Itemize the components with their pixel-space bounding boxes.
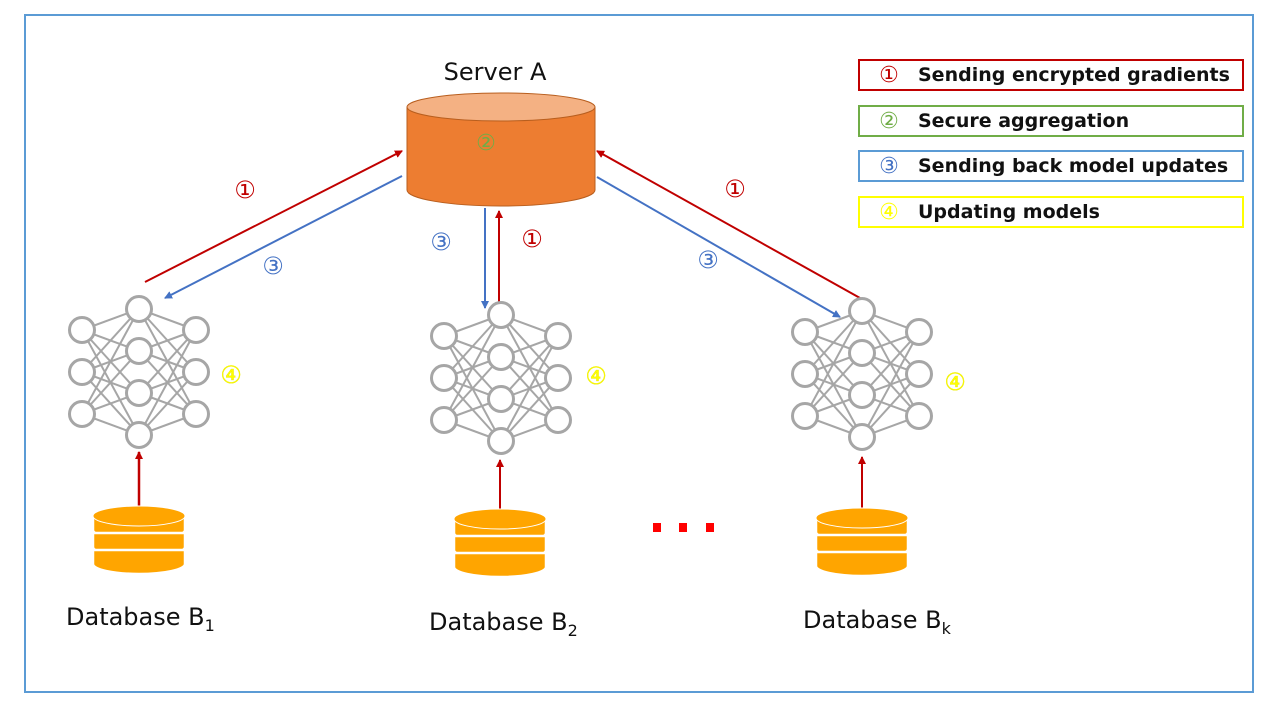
nn-node [487, 343, 515, 371]
nn-node [905, 360, 933, 388]
neural-network-icon [430, 301, 572, 455]
database-layer [91, 548, 187, 576]
nn-node [68, 316, 96, 344]
middle-step-update: ④ [585, 362, 607, 390]
legend-number: ④ [879, 199, 899, 225]
right-step-up: ① [724, 175, 746, 203]
nn-node [182, 358, 210, 386]
middle-step-down: ③ [430, 228, 452, 256]
nn-node [791, 360, 819, 388]
nn-node [791, 402, 819, 430]
nn-node [430, 364, 458, 392]
legend-item-updating-models: ④ Updating models [858, 196, 1244, 228]
server-cylinder [406, 92, 596, 207]
nn-node [125, 379, 153, 407]
database-icon [814, 507, 910, 578]
nn-node [544, 322, 572, 350]
nn-node [182, 400, 210, 428]
database-icon [91, 505, 187, 576]
nn-node [848, 381, 876, 409]
neural-network-icon [68, 295, 210, 449]
nn-node [905, 318, 933, 346]
nn-node [848, 297, 876, 325]
database-top [92, 505, 186, 527]
ellipsis [653, 523, 714, 532]
server-step-label: ② [476, 131, 496, 156]
left-step-down: ③ [262, 252, 284, 280]
left-step-update: ④ [220, 361, 242, 389]
database-top [815, 507, 909, 529]
nn-node [544, 364, 572, 392]
database-layer [814, 550, 910, 578]
database-icon [452, 508, 548, 579]
legend-item-secure-aggregation: ② Secure aggregation [858, 105, 1244, 137]
nn-node [68, 400, 96, 428]
legend-text: Sending encrypted gradients [918, 64, 1230, 86]
database-bk-label: Database Bk [803, 606, 952, 638]
nn-node [848, 339, 876, 367]
right-step-down: ③ [697, 246, 719, 274]
legend-item-encrypted-gradients: ① Sending encrypted gradients [858, 59, 1244, 91]
legend-number: ① [879, 62, 899, 88]
nn-node [125, 337, 153, 365]
arrow-right-upload [596, 150, 861, 299]
nn-node [791, 318, 819, 346]
nn-node [68, 358, 96, 386]
database-layer [452, 551, 548, 579]
right-step-update: ④ [944, 368, 966, 396]
nn-node [430, 406, 458, 434]
legend-text: Secure aggregation [918, 110, 1130, 132]
left-step-up: ① [234, 176, 256, 204]
nn-node [544, 406, 572, 434]
legend-text: Sending back model updates [918, 155, 1229, 177]
nn-node [182, 316, 210, 344]
database-b1-label: Database B1 [66, 603, 215, 635]
server-title: Server A [444, 58, 547, 86]
neural-network-icon [791, 297, 933, 451]
legend-item-model-updates: ③ Sending back model updates [858, 150, 1244, 182]
nn-node [487, 385, 515, 413]
nn-node [905, 402, 933, 430]
nn-node [125, 295, 153, 323]
nn-node [487, 427, 515, 455]
nn-node [430, 322, 458, 350]
database-b2-label: Database B2 [429, 608, 578, 640]
legend-text: Updating models [918, 201, 1100, 223]
nn-node [848, 423, 876, 451]
legend-number: ② [879, 108, 899, 134]
database-top [453, 508, 547, 530]
nn-node [487, 301, 515, 329]
middle-step-up: ① [521, 225, 543, 253]
nn-node [125, 421, 153, 449]
legend-number: ③ [879, 153, 899, 179]
